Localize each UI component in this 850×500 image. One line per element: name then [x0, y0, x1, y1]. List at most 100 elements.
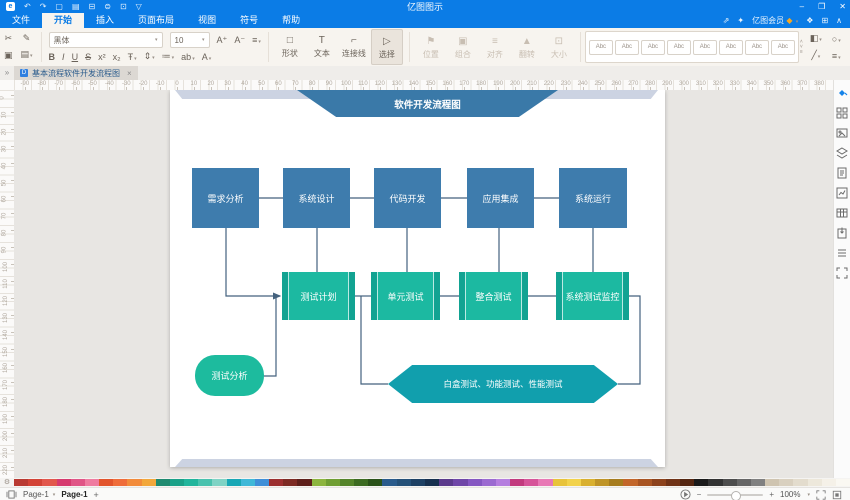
diagram-title-banner[interactable]: 软件开发流程图 [297, 90, 558, 117]
color-swatch[interactable] [808, 479, 822, 486]
open-icon[interactable]: ▤ [72, 2, 80, 11]
flow-node-integration-test[interactable]: 整合测试 [459, 272, 528, 320]
flow-node-system-test-monitor[interactable]: 系统测试监控 [556, 272, 629, 320]
tab-file[interactable]: 文件 [0, 13, 42, 28]
style-chip[interactable]: Abc [615, 40, 639, 55]
color-swatch[interactable] [567, 479, 581, 486]
color-swatch[interactable] [14, 479, 28, 486]
color-swatch[interactable] [212, 479, 226, 486]
color-swatch[interactable] [694, 479, 708, 486]
color-swatch[interactable] [156, 479, 170, 486]
color-swatch[interactable] [411, 479, 425, 486]
symbol-library-icon[interactable] [836, 106, 849, 119]
cut-icon[interactable]: ✂ [4, 30, 12, 47]
tab-help[interactable]: 帮助 [270, 13, 312, 28]
color-swatch[interactable] [453, 479, 467, 486]
color-swatch[interactable] [99, 479, 113, 486]
strikethrough-button[interactable]: S [85, 52, 91, 62]
line-spacing-button[interactable]: ⇕▾ [144, 51, 155, 62]
style-chip[interactable]: Abc [771, 40, 795, 55]
gift-icon[interactable]: ❖ [806, 16, 813, 25]
group-tool[interactable]: ▣ 组合 [448, 30, 478, 64]
zoom-in-button[interactable]: + [769, 490, 774, 499]
format-painter-icon[interactable]: ✎ [23, 30, 31, 47]
zoom-out-button[interactable]: − [697, 490, 702, 499]
format-panel-icon[interactable] [836, 86, 849, 99]
color-swatch[interactable] [538, 479, 552, 486]
color-swatch[interactable] [397, 479, 411, 486]
layers-icon[interactable] [836, 146, 849, 159]
color-swatch[interactable] [368, 479, 382, 486]
style-chip[interactable]: Abc [719, 40, 743, 55]
superscript-button[interactable]: x² [98, 52, 106, 62]
color-swatch[interactable] [241, 479, 255, 486]
align-button[interactable]: ≡▾ [252, 35, 261, 45]
color-swatch[interactable] [312, 479, 326, 486]
color-swatch[interactable] [142, 479, 156, 486]
tab-symbols[interactable]: 符号 [228, 13, 270, 28]
color-swatch[interactable] [439, 479, 453, 486]
copy-icon[interactable]: ▣ [4, 47, 13, 64]
color-swatch[interactable] [297, 479, 311, 486]
font-size-select[interactable]: 10▾ [170, 32, 210, 48]
color-swatch[interactable] [198, 479, 212, 486]
select-tool[interactable]: ▷ 选择 [371, 29, 403, 65]
tab-home[interactable]: 开始 [42, 13, 84, 28]
list-button[interactable]: ≔▾ [162, 51, 175, 62]
flow-node-code-dev[interactable]: 代码开发 [374, 168, 441, 228]
share-icon[interactable]: ⇗ [723, 16, 730, 25]
subscript-button[interactable]: x₂ [113, 52, 121, 62]
color-swatch[interactable] [255, 479, 269, 486]
picture-icon[interactable] [836, 126, 849, 139]
color-swatch[interactable] [326, 479, 340, 486]
text-wrap-button[interactable]: ab▾ [181, 52, 195, 62]
page-tab-active[interactable]: Page-1 [61, 490, 87, 499]
membership-button[interactable]: 亿图会员 ◆ ▾ [752, 15, 798, 26]
color-swatch[interactable] [57, 479, 71, 486]
zoom-slider-knob[interactable] [731, 491, 741, 500]
color-swatch[interactable] [595, 479, 609, 486]
print-icon[interactable]: ⊜ [104, 2, 111, 11]
export-icon[interactable]: ⊡ [120, 2, 127, 11]
fullscreen-icon[interactable] [836, 266, 849, 279]
flip-tool[interactable]: ▲ 翻转 [512, 30, 542, 64]
tab-view[interactable]: 视图 [186, 13, 228, 28]
flow-node-test-plan[interactable]: 测试计划 [282, 272, 355, 320]
note-icon[interactable] [836, 166, 849, 179]
color-swatch[interactable] [708, 479, 722, 486]
style-chip[interactable]: Abc [667, 40, 691, 55]
color-swatch[interactable] [751, 479, 765, 486]
bold-button[interactable]: B [49, 52, 56, 62]
line-color-icon[interactable]: ╱▾ [811, 50, 820, 61]
page-select-dropdown[interactable]: Page-1▾ [23, 490, 55, 499]
underline-button[interactable]: U [72, 52, 79, 62]
zoom-level[interactable]: 100% [780, 490, 800, 499]
add-page-button[interactable]: + [94, 490, 99, 500]
flow-node-requirements[interactable]: 需求分析 [192, 168, 259, 228]
minimize-button[interactable]: – [800, 0, 804, 13]
color-swatch[interactable] [340, 479, 354, 486]
save-icon[interactable]: ⊟ [89, 2, 96, 11]
new-document-icon[interactable]: ▢ [55, 2, 63, 11]
font-family-select[interactable]: 黑体▾ [49, 32, 163, 48]
color-swatch[interactable] [425, 479, 439, 486]
more-commands-icon[interactable]: ▽ [136, 2, 142, 11]
document-tab[interactable]: D 基本流程软件开发流程图 × [14, 66, 138, 80]
font-color-button[interactable]: A▾ [202, 52, 212, 62]
color-swatch[interactable] [71, 479, 85, 486]
shape-tool[interactable]: □ 形状 [275, 29, 305, 63]
clear-format-button[interactable]: Ŧ▾ [128, 52, 137, 62]
collapse-ribbon-icon[interactable]: ∧ [836, 16, 842, 25]
color-swatch[interactable] [836, 479, 850, 486]
flow-node-test-types[interactable]: 白盒测试、功能测试、性能测试 [388, 365, 618, 403]
grow-font-button[interactable]: A⁺ [217, 35, 228, 46]
canvas-viewport[interactable]: 软件开发流程图 [14, 90, 833, 478]
style-chip[interactable]: Abc [589, 40, 613, 55]
connector-tool[interactable]: ⌐ 连接线 [339, 29, 369, 63]
flow-node-test-analysis[interactable]: 测试分析 [195, 355, 264, 396]
zoom-slider[interactable] [707, 494, 763, 496]
close-tab-icon[interactable]: × [127, 69, 132, 78]
text-tool[interactable]: T 文本 [307, 29, 337, 63]
position-tool[interactable]: ⚑ 位置 [416, 30, 446, 64]
apps-grid-icon[interactable]: ⊞ [821, 16, 828, 25]
